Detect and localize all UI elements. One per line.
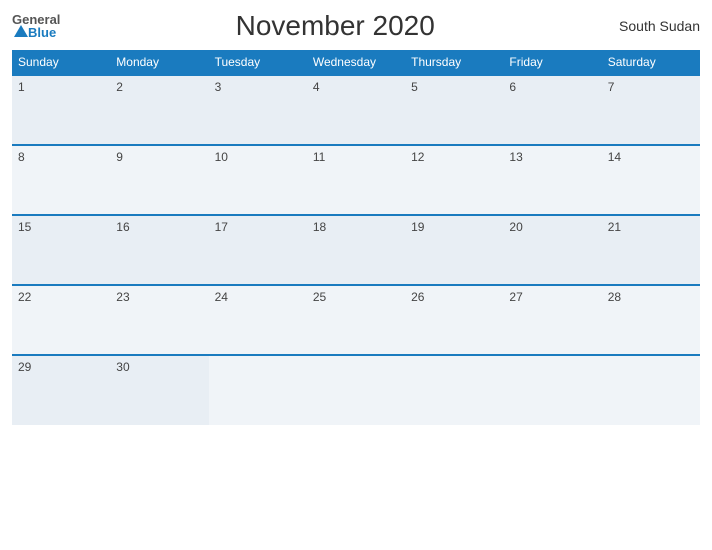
day-cell-19: 19 (405, 215, 503, 285)
day-number-1: 1 (18, 80, 25, 94)
day-number-23: 23 (116, 290, 129, 304)
logo-blue-text: Blue (28, 26, 56, 39)
day-number-2: 2 (116, 80, 123, 94)
day-number-17: 17 (215, 220, 228, 234)
logo: General Blue (12, 13, 60, 39)
day-cell-15: 15 (12, 215, 110, 285)
day-cell-14: 14 (602, 145, 700, 215)
day-cell-23: 23 (110, 285, 208, 355)
day-number-28: 28 (608, 290, 621, 304)
day-cell-8: 8 (12, 145, 110, 215)
header-monday: Monday (110, 50, 208, 75)
day-number-20: 20 (509, 220, 522, 234)
day-number-11: 11 (313, 150, 325, 164)
day-number-24: 24 (215, 290, 228, 304)
week-row-4: 22 23 24 25 26 27 28 (12, 285, 700, 355)
week-row-1: 1 2 3 4 5 6 7 (12, 75, 700, 145)
day-cell-17: 17 (209, 215, 307, 285)
day-cell-27: 27 (503, 285, 601, 355)
day-cell-13: 13 (503, 145, 601, 215)
day-cell-12: 12 (405, 145, 503, 215)
day-cell-22: 22 (12, 285, 110, 355)
day-cell-29: 29 (12, 355, 110, 425)
logo-triangle-icon (14, 25, 28, 37)
day-cell-3: 3 (209, 75, 307, 145)
day-cell-28: 28 (602, 285, 700, 355)
day-number-18: 18 (313, 220, 326, 234)
day-number-12: 12 (411, 150, 424, 164)
day-cell-9: 9 (110, 145, 208, 215)
calendar-table: Sunday Monday Tuesday Wednesday Thursday… (12, 50, 700, 425)
day-number-25: 25 (313, 290, 326, 304)
day-number-27: 27 (509, 290, 522, 304)
day-cell-2: 2 (110, 75, 208, 145)
day-number-6: 6 (509, 80, 516, 94)
day-number-22: 22 (18, 290, 31, 304)
header-friday: Friday (503, 50, 601, 75)
day-number-4: 4 (313, 80, 320, 94)
week-row-5: 29 30 (12, 355, 700, 425)
calendar-container: General Blue November 2020 South Sudan S… (0, 0, 712, 550)
day-cell-26: 26 (405, 285, 503, 355)
day-cell-25: 25 (307, 285, 405, 355)
header-saturday: Saturday (602, 50, 700, 75)
day-number-29: 29 (18, 360, 31, 374)
calendar-header-row: Sunday Monday Tuesday Wednesday Thursday… (12, 50, 700, 75)
day-number-13: 13 (509, 150, 522, 164)
calendar-header: General Blue November 2020 South Sudan (12, 10, 700, 42)
day-number-16: 16 (116, 220, 129, 234)
day-number-7: 7 (608, 80, 615, 94)
day-number-19: 19 (411, 220, 424, 234)
day-number-14: 14 (608, 150, 621, 164)
country-label: South Sudan (610, 18, 700, 34)
day-number-26: 26 (411, 290, 424, 304)
header-wednesday: Wednesday (307, 50, 405, 75)
day-number-10: 10 (215, 150, 228, 164)
day-number-5: 5 (411, 80, 418, 94)
day-number-21: 21 (608, 220, 621, 234)
day-cell-24: 24 (209, 285, 307, 355)
day-cell-6: 6 (503, 75, 601, 145)
header-thursday: Thursday (405, 50, 503, 75)
day-cell-16: 16 (110, 215, 208, 285)
week-row-3: 15 16 17 18 19 20 21 (12, 215, 700, 285)
day-cell-7: 7 (602, 75, 700, 145)
weekday-header-row: Sunday Monday Tuesday Wednesday Thursday… (12, 50, 700, 75)
day-number-30: 30 (116, 360, 129, 374)
day-cell-10: 10 (209, 145, 307, 215)
header-sunday: Sunday (12, 50, 110, 75)
day-number-9: 9 (116, 150, 123, 164)
day-number-15: 15 (18, 220, 31, 234)
calendar-title: November 2020 (60, 10, 610, 42)
day-number-3: 3 (215, 80, 222, 94)
header-tuesday: Tuesday (209, 50, 307, 75)
day-cell-11: 11 (307, 145, 405, 215)
day-cell-4: 4 (307, 75, 405, 145)
calendar-body: 1234567891011121314151617181920212223242… (12, 75, 700, 425)
day-cell-1: 1 (12, 75, 110, 145)
day-number-8: 8 (18, 150, 25, 164)
day-cell-20: 20 (503, 215, 601, 285)
week-row-2: 8 9 10 11 12 13 14 (12, 145, 700, 215)
day-cell-30: 30 (110, 355, 208, 425)
day-cell-18: 18 (307, 215, 405, 285)
day-cell-21: 21 (602, 215, 700, 285)
day-cell-5: 5 (405, 75, 503, 145)
